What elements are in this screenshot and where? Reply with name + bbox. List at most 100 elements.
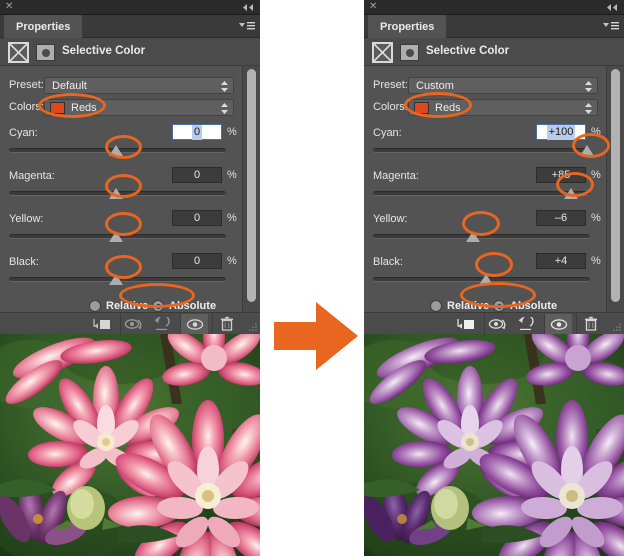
yellow-input[interactable]: –6 <box>536 210 586 226</box>
tab-properties[interactable]: Properties <box>4 15 83 38</box>
black-slider-thumb[interactable] <box>479 274 493 285</box>
yellow-label: Yellow: <box>373 213 408 225</box>
adjustment-dot <box>405 48 414 57</box>
yellow-slider-before[interactable] <box>0 228 260 246</box>
adjustment-dot <box>41 48 50 57</box>
tab-label: Properties <box>16 20 71 33</box>
magenta-slider-track[interactable] <box>373 191 590 196</box>
photo-after <box>364 334 624 556</box>
cyan-label: Cyan: <box>373 127 402 139</box>
layer-visibility-icon[interactable] <box>180 314 208 334</box>
close-icon[interactable]: ✕ <box>5 2 14 12</box>
magenta-slider-before[interactable] <box>0 185 260 203</box>
black-slider-before[interactable] <box>0 271 260 289</box>
spinner-arrows-icon[interactable] <box>220 80 229 93</box>
magenta-row-before: Magenta: 0 % <box>0 166 260 185</box>
cyan-label: Cyan: <box>9 127 38 139</box>
black-slider-after[interactable] <box>364 271 624 289</box>
adjustment-header-before: Selective Color <box>0 38 260 66</box>
cyan-slider-before[interactable] <box>0 142 260 160</box>
magenta-value: +85 <box>551 169 571 181</box>
yellow-slider-after[interactable] <box>364 228 624 246</box>
layer-visibility-icon[interactable] <box>544 314 572 334</box>
black-input[interactable]: 0 <box>172 253 222 269</box>
screenshot-root: ✕ Properties Selective Color Preset: Def… <box>0 0 624 556</box>
cyan-slider-track[interactable] <box>373 148 590 153</box>
panel-menu-icon[interactable] <box>602 21 620 32</box>
black-value: 0 <box>193 255 201 267</box>
magenta-input[interactable]: +85 <box>536 167 586 183</box>
panel-footer-before <box>0 312 260 338</box>
colors-dropdown[interactable]: Reds <box>44 99 234 116</box>
properties-panel-after: ✕ Properties Selective Color Preset: Cus… <box>364 0 624 556</box>
delete-layer-icon[interactable] <box>576 314 604 334</box>
cyan-row-after: Cyan: +100 % <box>364 123 624 142</box>
spinner-arrows-icon[interactable] <box>220 102 229 115</box>
panel-body-before: Preset: Default Colors: Reds Cyan: 0 % M… <box>0 66 260 312</box>
cyan-unit: % <box>591 126 601 138</box>
cyan-input[interactable]: +100 <box>536 124 586 140</box>
yellow-input[interactable]: 0 <box>172 210 222 226</box>
spinner-arrows-icon[interactable] <box>584 80 593 93</box>
clip-to-layer-icon[interactable] <box>8 42 29 63</box>
yellow-unit: % <box>591 212 601 224</box>
adjustment-layer-icon[interactable] <box>400 44 419 61</box>
colors-dropdown[interactable]: Reds <box>408 99 598 116</box>
cyan-value: 0 <box>191 125 203 140</box>
preset-row-before: Preset: Default <box>0 75 260 97</box>
adjustment-layer-icon[interactable] <box>36 44 55 61</box>
resize-grip-icon[interactable] <box>247 322 258 333</box>
cyan-slider-thumb[interactable] <box>109 145 123 156</box>
colors-row-before: Colors: Reds <box>0 97 260 119</box>
collapse-panel-icon[interactable] <box>605 3 619 12</box>
black-unit: % <box>591 255 601 267</box>
before-column: ✕ Properties Selective Color Preset: Def… <box>0 0 260 556</box>
black-value: +4 <box>554 255 568 267</box>
yellow-label: Yellow: <box>9 213 44 225</box>
magenta-unit: % <box>591 169 601 181</box>
panel-menu-icon[interactable] <box>238 21 256 32</box>
panel-drag-handle-icon[interactable] <box>112 329 146 338</box>
panel-drag-handle-icon[interactable] <box>476 329 510 338</box>
radio-absolute[interactable] <box>493 300 505 312</box>
cyan-input[interactable]: 0 <box>172 124 222 140</box>
after-column: ✕ Properties Selective Color Preset: Cus… <box>364 0 624 556</box>
tabstrip-before: Properties <box>0 15 260 38</box>
preset-value: Custom <box>416 80 454 92</box>
reset-adjustment-icon[interactable] <box>512 314 540 334</box>
close-icon[interactable]: ✕ <box>369 2 378 12</box>
clip-to-layer-icon[interactable] <box>372 42 393 63</box>
radio-absolute-label: Absolute <box>510 300 558 312</box>
resize-grip-icon[interactable] <box>611 322 622 333</box>
magenta-input[interactable]: 0 <box>172 167 222 183</box>
magenta-slider-thumb[interactable] <box>564 188 578 199</box>
colors-value: Reds <box>71 102 97 114</box>
preset-dropdown[interactable]: Custom <box>408 77 598 94</box>
cyan-slider-after[interactable] <box>364 142 624 160</box>
yellow-slider-thumb[interactable] <box>109 231 123 242</box>
tab-properties[interactable]: Properties <box>368 15 447 38</box>
properties-panel-before: ✕ Properties Selective Color Preset: Def… <box>0 0 260 556</box>
magenta-slider-thumb[interactable] <box>109 188 123 199</box>
colors-row-after: Colors: Reds <box>364 97 624 119</box>
tab-label: Properties <box>380 20 435 33</box>
black-slider-thumb[interactable] <box>109 274 123 285</box>
yellow-slider-thumb[interactable] <box>466 231 480 242</box>
yellow-slider-track[interactable] <box>373 234 590 239</box>
delete-layer-icon[interactable] <box>212 314 240 334</box>
radio-relative[interactable] <box>89 300 101 312</box>
black-input[interactable]: +4 <box>536 253 586 269</box>
color-swatch-icon <box>50 102 65 114</box>
black-row-before: Black: 0 % <box>0 252 260 271</box>
spinner-arrows-icon[interactable] <box>584 102 593 115</box>
page-title: Selective Color <box>62 45 146 57</box>
preset-label: Preset: <box>9 79 44 91</box>
magenta-slider-after[interactable] <box>364 185 624 203</box>
collapse-panel-icon[interactable] <box>241 3 255 12</box>
radio-relative[interactable] <box>430 300 442 312</box>
cyan-slider-thumb[interactable] <box>580 145 594 156</box>
colors-label: Colors: <box>9 101 44 113</box>
reset-adjustment-icon[interactable] <box>148 314 176 334</box>
radio-absolute[interactable] <box>152 300 164 312</box>
preset-dropdown[interactable]: Default <box>44 77 234 94</box>
